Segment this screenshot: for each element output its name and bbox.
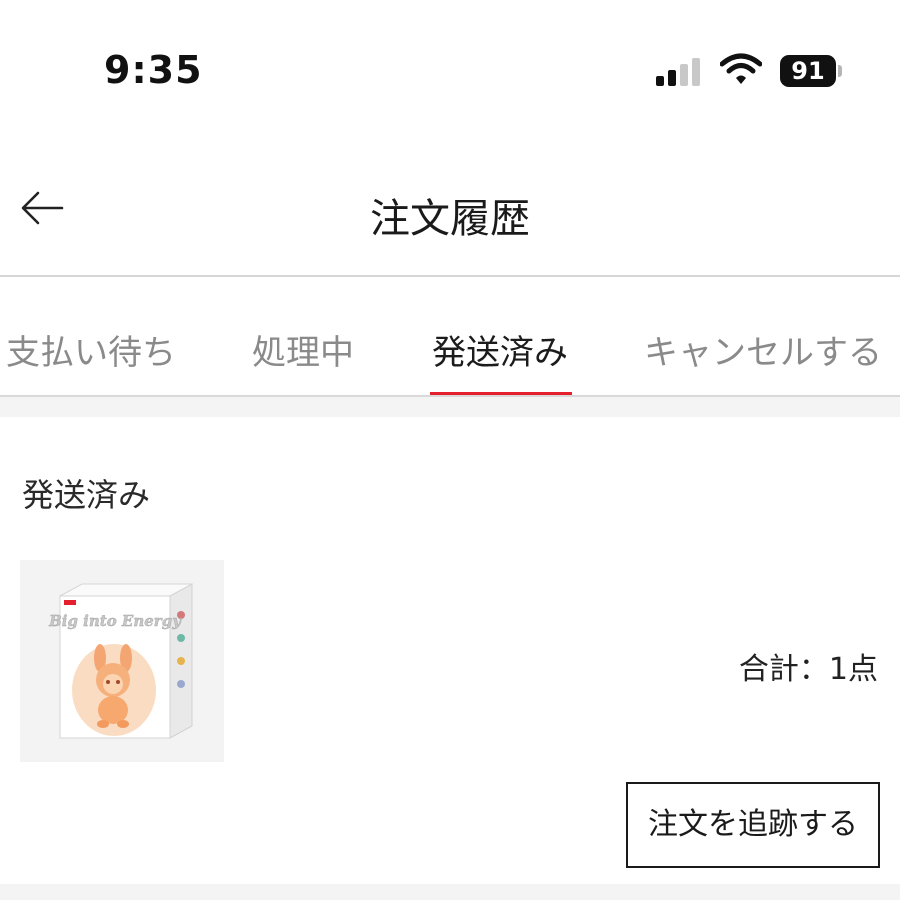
tab-shipped[interactable]: 発送済み (432, 325, 568, 374)
tab-cancel[interactable]: キャンセルする (644, 325, 882, 374)
product-image[interactable]: Big into Energy (20, 560, 224, 762)
order-total: 合計：1点 (738, 652, 878, 687)
battery-level: 91 (780, 55, 836, 87)
order-status-tabs: 支払い待ち 処理中 発送済み キャンセルする (0, 277, 900, 395)
product-box-illustration: Big into Energy (48, 583, 193, 739)
status-time: 9:35 (104, 48, 203, 92)
track-order-button[interactable]: 注文を追跡する (626, 782, 880, 868)
page-title: 注文履歴 (370, 196, 530, 242)
tab-awaiting-payment[interactable]: 支払い待ち (6, 325, 176, 374)
order-status-label: 発送済み (22, 476, 151, 514)
battery-icon: 91 (780, 55, 842, 87)
wifi-icon (720, 53, 762, 84)
list-separator (0, 884, 900, 900)
tab-processing[interactable]: 処理中 (252, 325, 354, 374)
product-box-title: Big into Energy (48, 612, 182, 630)
section-separator (0, 397, 900, 417)
status-bar: 9:35 91 (0, 0, 900, 140)
cellular-signal-icon (656, 58, 704, 86)
page-header: 注文履歴 (0, 150, 900, 276)
